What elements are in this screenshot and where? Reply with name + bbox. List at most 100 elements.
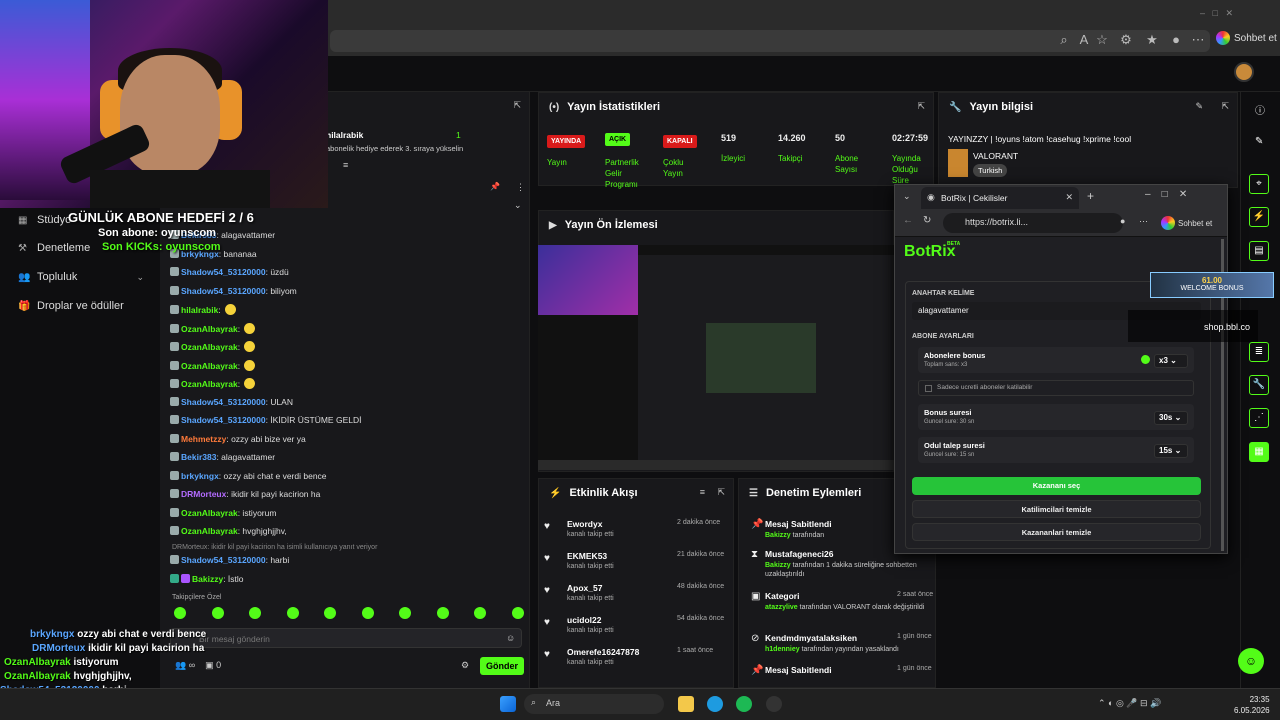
emote-icon[interactable] [399,607,411,619]
emote-icon[interactable] [211,607,224,619]
chat-username[interactable]: Mehmetzzy [181,434,226,444]
activity-user[interactable]: Apox_57 [547,583,614,593]
emote-icon[interactable] [511,607,524,619]
favorites-icon[interactable]: ★ [1144,32,1160,48]
new-tab-icon[interactable]: + [1087,189,1094,203]
bonus-time-select[interactable]: 30s ⌄ [1154,411,1188,425]
windows-start-icon[interactable] [500,696,516,712]
sidebar-item-drops[interactable]: 🎁 Droplar ve ödüller [18,300,124,312]
chat-username[interactable]: Shadow54_53120000 [181,415,266,425]
edge-browser-icon[interactable] [707,696,723,712]
document-icon[interactable]: ▤ [1249,241,1269,261]
claim-time-select[interactable]: 15s ⌄ [1154,444,1188,458]
activity-user[interactable]: EKMEK53 [547,551,614,561]
popout-icon[interactable]: ⇱ [1221,101,1229,112]
copilot-chat-button[interactable]: Sohbet et [1216,31,1277,45]
activity-user[interactable]: Ewordyx [547,519,614,529]
taskbar-search[interactable]: Ara [524,694,664,714]
chat-username[interactable]: Bekir383 [181,452,216,462]
activity-user[interactable]: ucidol22 [547,615,614,625]
file-explorer-icon[interactable] [678,696,694,712]
extension-icon[interactable]: ▦ [1249,442,1269,462]
activity-user[interactable]: Omerefe16247878 [547,647,639,657]
popout-icon[interactable]: ⇱ [917,101,925,112]
chat-username[interactable]: hilalrabik [181,305,218,315]
emote-icon[interactable] [286,607,299,619]
users-icon[interactable]: 👥 ∞ [175,660,195,670]
stream-preview-video[interactable] [538,245,894,470]
chat-bubble-icon[interactable]: ☺ [1238,648,1264,674]
share-icon[interactable]: ⋰ [1249,408,1269,428]
emote-icon[interactable] [361,607,374,619]
obs-icon[interactable] [766,696,782,712]
sidebar-item-community[interactable]: 👥 Topluluk ⌄ [18,271,144,283]
chat-username[interactable]: Shadow54_53120000 [181,397,266,407]
chat-username[interactable]: OzanAlbayrak [181,324,238,334]
paid-only-checkbox-row[interactable]: Sadece ucretli aboneler katilabilir [918,380,1194,396]
emoji-icon[interactable]: ☺ [506,633,515,643]
pencil-icon[interactable]: ✎ [1255,136,1263,147]
emote-bar [170,607,525,621]
extensions-icon[interactable]: ⚙ [1118,32,1134,48]
uptime: 02:27:59 [892,133,929,143]
favorite-star-icon[interactable]: ☆ [1094,32,1110,48]
more-icon[interactable]: ⋯ [1190,32,1206,48]
checkbox[interactable] [925,385,932,392]
chat-username[interactable]: DRMorteux [181,489,226,499]
chat-username[interactable]: Shadow54_53120000 [181,267,266,277]
emote-icon[interactable] [436,607,449,619]
avatar[interactable] [1234,62,1254,82]
clear-participants-button[interactable]: Katilimcilari temizle [912,500,1201,518]
wrench-icon[interactable]: 🔧 [1249,375,1269,395]
window-controls[interactable]: – □ ✕ [1145,189,1187,200]
edit-icon[interactable]: ✎ [1195,101,1203,112]
chevron-down-icon[interactable]: ⌄ [514,200,522,211]
chat-username[interactable]: OzanAlbayrak [181,508,238,518]
sub-bonus-select[interactable]: x3 ⌄ [1154,354,1188,368]
emote-icon[interactable] [324,607,336,619]
pin-icon[interactable]: 📌 [490,182,500,191]
emote-icon[interactable] [249,607,261,619]
url-field[interactable]: https://botrix.li... [943,213,1123,233]
back-icon[interactable]: ← [903,215,913,226]
zoom-icon[interactable]: ⌕ [1056,32,1072,48]
chat-username[interactable]: OzanAlbayrak [181,342,238,352]
profile-icon[interactable]: ● [1168,32,1184,48]
emote-icon[interactable] [474,607,486,619]
chat-username[interactable]: OzanAlbayrak [181,526,238,536]
chevron-down-icon[interactable]: ⌄ [903,191,911,202]
more-icon[interactable]: ⋯ [1139,216,1148,227]
popout-icon[interactable]: ⇱ [717,487,725,498]
pick-winner-button[interactable]: Kazananı seç [912,477,1201,495]
target-icon[interactable]: ⌖ [1249,174,1269,194]
copilot-chat-button[interactable]: Sohbet et [1161,216,1212,230]
chat-text: : üzdü [265,267,289,277]
tray-icons[interactable]: ⌃ ◐ ◎ 🎤 ⊟ 🔊 [1098,698,1161,709]
read-aloud-icon[interactable]: A [1076,32,1092,48]
list-icon[interactable]: ≡ [343,160,348,170]
info-icon[interactable]: ⓘ [1255,102,1265,117]
chat-username[interactable]: OzanAlbayrak [181,361,238,371]
clear-winners-button[interactable]: Kazananlari temizle [912,523,1201,541]
reload-icon[interactable]: ↻ [923,215,931,226]
chat-username[interactable]: brkykngx [181,471,219,481]
send-button[interactable]: Gönder [480,657,524,675]
profile-icon[interactable]: ● [1120,216,1125,226]
close-icon[interactable]: ✕ [1065,192,1073,203]
chat-username[interactable]: Shadow54_53120000 [181,286,266,296]
chat-username[interactable]: OzanAlbayrak [181,379,238,389]
browser-tab[interactable]: ◉ BotRix | Cekilisler ✕ [921,187,1079,209]
chat-input[interactable]: Bir mesaj gönderin [170,628,522,648]
filter-icon[interactable]: ≡ [700,487,705,497]
popout-icon[interactable]: ⇱ [513,100,521,111]
clock[interactable]: 23:35 6.05.2026 [1234,694,1270,716]
gear-icon[interactable]: ⚙ [461,660,469,671]
layers-icon[interactable]: ≣ [1249,342,1269,362]
window-controls[interactable]: – □ ✕ [1200,8,1233,19]
sidebar-item-moderation[interactable]: ⚒ Denetleme [18,242,90,254]
sidebar-item-studio[interactable]: ▦ Stüdyo [18,214,71,226]
emote-icon[interactable] [174,607,186,619]
lightning-icon[interactable]: ⚡ [1249,207,1269,227]
kebab-menu-icon[interactable]: ⋮ [516,182,525,193]
spotify-icon[interactable] [736,696,752,712]
